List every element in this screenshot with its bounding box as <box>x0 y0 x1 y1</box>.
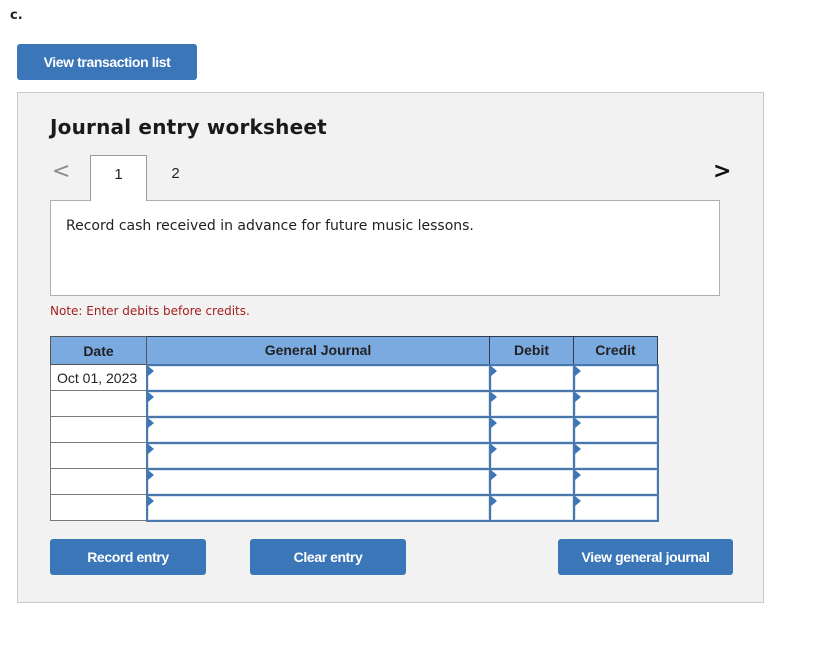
debit-input[interactable] <box>490 417 573 442</box>
date-cell <box>50 390 147 417</box>
date-cell: Oct 01, 2023 <box>50 364 147 391</box>
credit-header: Credit <box>573 336 658 365</box>
clear-entry-button[interactable]: Clear entry <box>250 539 406 575</box>
account-input[interactable] <box>147 443 489 468</box>
account-input[interactable] <box>147 391 489 416</box>
note-text: Note: Enter debits before credits. <box>50 304 250 318</box>
account-input[interactable] <box>147 469 489 494</box>
tab-1[interactable]: 1 <box>90 155 147 201</box>
date-cell <box>50 416 147 443</box>
table-header-row: Date General Journal Debit Credit <box>50 336 658 365</box>
table-row <box>50 467 659 496</box>
tab-label: 2 <box>171 165 180 182</box>
view-general-journal-button[interactable]: View general journal <box>558 539 733 575</box>
debit-input[interactable] <box>490 365 573 390</box>
transaction-description: Record cash received in advance for futu… <box>66 218 474 234</box>
date-cell <box>50 494 147 521</box>
date-cell <box>50 468 147 495</box>
table-row <box>50 415 659 444</box>
tab-label: 1 <box>114 166 123 183</box>
credit-input[interactable] <box>574 417 657 442</box>
credit-input[interactable] <box>574 365 657 390</box>
debit-input[interactable] <box>490 469 573 494</box>
account-input[interactable] <box>147 495 489 520</box>
debit-header: Debit <box>489 336 574 365</box>
debit-input[interactable] <box>490 391 573 416</box>
record-entry-button[interactable]: Record entry <box>50 539 206 575</box>
credit-input[interactable] <box>574 495 657 520</box>
table-row <box>50 493 659 522</box>
table-row: Oct 01, 2023 <box>50 363 659 392</box>
tab-2[interactable]: 2 <box>147 155 204 201</box>
date-header: Date <box>50 336 147 365</box>
transaction-description-box: Record cash received in advance for futu… <box>50 200 720 296</box>
debit-input[interactable] <box>490 495 573 520</box>
credit-input[interactable] <box>574 469 657 494</box>
chevron-right-icon[interactable]: > <box>713 159 731 185</box>
general-journal-header: General Journal <box>146 336 490 365</box>
journal-table: Date General Journal Debit Credit Oct 01… <box>50 336 659 522</box>
account-input[interactable] <box>147 365 489 390</box>
date-cell <box>50 442 147 469</box>
account-input[interactable] <box>147 417 489 442</box>
worksheet-title: Journal entry worksheet <box>50 115 327 139</box>
debit-input[interactable] <box>490 443 573 468</box>
credit-input[interactable] <box>574 443 657 468</box>
journal-entry-worksheet: Journal entry worksheet < 1 2 > Record c… <box>17 92 764 603</box>
table-row <box>50 389 659 418</box>
part-label: c. <box>10 8 23 23</box>
chevron-left-icon[interactable]: < <box>52 159 70 185</box>
view-transaction-list-button[interactable]: View transaction list <box>17 44 197 80</box>
credit-input[interactable] <box>574 391 657 416</box>
table-row <box>50 441 659 470</box>
